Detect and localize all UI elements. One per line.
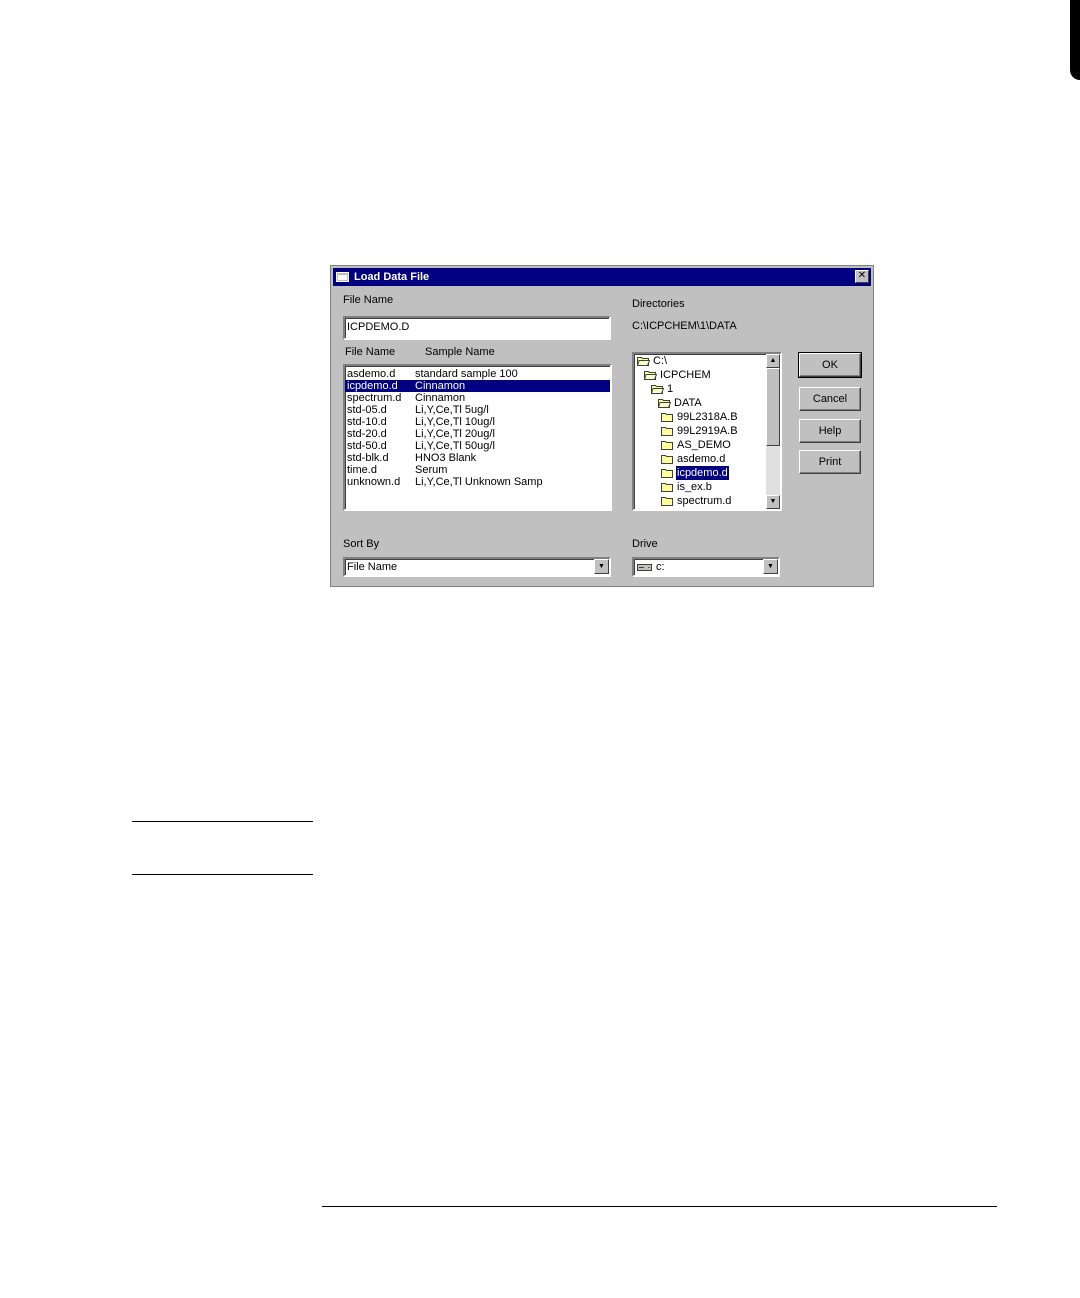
margin-rule-bottom	[132, 874, 313, 875]
folder-icon	[661, 426, 674, 436]
file-list-row[interactable]: std-10.d Li,Y,Ce,Tl 10ug/l	[345, 416, 610, 428]
current-path: C:\ICPCHEM\1\DATA	[632, 320, 737, 332]
file-name-cell: std-20.d	[347, 428, 387, 440]
sample-name-cell: HNO3 Blank	[415, 452, 477, 464]
drive-icon	[637, 564, 652, 571]
file-name-cell: unknown.d	[347, 476, 401, 488]
folder-icon	[661, 468, 674, 478]
footer-rule	[322, 1206, 997, 1207]
open-folder-icon	[643, 370, 658, 380]
dropdown-arrow[interactable]: ▼	[763, 559, 778, 574]
folder-icon	[661, 440, 674, 450]
title-bar[interactable]: Load Data File ✕	[333, 268, 871, 286]
scroll-down-arrow[interactable]: ▼	[766, 495, 780, 509]
cancel-button[interactable]: Cancel	[799, 387, 861, 411]
directory-tree[interactable]: C:\ ICPCHEM 1 DATA 99L2318A.B 99L2919A.B AS_DE…	[632, 352, 782, 511]
sample-name-cell: standard sample 100	[415, 368, 518, 380]
directory-label: C:\	[653, 355, 668, 367]
sort-by-dropdown[interactable]: File Name ▼	[343, 557, 611, 577]
scroll-up-arrow[interactable]: ▲	[766, 354, 780, 368]
directory-item[interactable]: asdemo.d	[635, 452, 765, 466]
file-list-row[interactable]: std-05.d Li,Y,Ce,Tl 5ug/l	[345, 404, 610, 416]
sort-by-label: Sort By	[343, 538, 380, 550]
dialog-title: Load Data File	[354, 271, 430, 283]
file-name-cell: asdemo.d	[347, 368, 396, 380]
close-button[interactable]: ✕	[855, 270, 869, 283]
file-list-row[interactable]: std-blk.d HNO3 Blank	[345, 452, 610, 464]
file-name-label: File Name	[343, 294, 394, 306]
file-list-row[interactable]: std-50.d Li,Y,Ce,Tl 50ug/l	[345, 440, 610, 452]
directory-label: 1	[667, 383, 674, 395]
sample-name-cell: Li,Y,Ce,Tl Unknown Samp	[415, 476, 543, 488]
file-list-row[interactable]: time.d Serum	[345, 464, 610, 476]
file-name-cell: std-50.d	[347, 440, 387, 452]
drive-value: c:	[656, 561, 665, 573]
list-header-file-name: File Name	[345, 346, 396, 358]
folder-icon	[661, 412, 674, 422]
file-name-cell: std-blk.d	[347, 452, 389, 464]
directory-label: DATA	[674, 397, 702, 409]
sample-name-cell: Li,Y,Ce,Tl 10ug/l	[415, 416, 495, 428]
directory-label: AS_DEMO	[677, 439, 731, 451]
directory-item[interactable]: ICPCHEM	[635, 368, 765, 382]
margin-rule-top	[132, 821, 313, 822]
directory-item[interactable]: icpdemo.d	[635, 466, 765, 480]
file-name-cell: std-05.d	[347, 404, 387, 416]
open-folder-icon	[657, 398, 672, 408]
sample-name-cell: Li,Y,Ce,Tl 5ug/l	[415, 404, 489, 416]
file-list[interactable]: asdemo.d standard sample 100 icpdemo.d Cinn…	[343, 364, 612, 511]
dialog-folder-icon	[336, 272, 349, 282]
file-list-row[interactable]: spectrum.d Cinnamon	[345, 392, 610, 404]
scrollbar-thumb[interactable]	[766, 368, 780, 446]
directory-label: asdemo.d	[677, 453, 726, 465]
file-list-row[interactable]: icpdemo.d Cinnamon	[345, 380, 610, 392]
file-list-row[interactable]: asdemo.d standard sample 100	[345, 368, 610, 380]
list-header-sample-name: Sample Name	[425, 346, 495, 358]
directory-item[interactable]: 99L2318A.B	[635, 410, 765, 424]
folder-icon	[661, 454, 674, 464]
load-data-file-dialog: Load Data File ✕ File Name ICPDEMO.D Fil…	[330, 265, 874, 587]
folder-icon	[661, 482, 674, 492]
sample-name-cell: Li,Y,Ce,Tl 20ug/l	[415, 428, 495, 440]
directory-item[interactable]: DATA	[635, 396, 765, 410]
folder-icon	[661, 496, 674, 506]
open-folder-icon	[650, 384, 665, 394]
help-button[interactable]: Help	[799, 419, 861, 443]
drive-label: Drive	[632, 538, 658, 550]
print-button[interactable]: Print	[799, 450, 861, 474]
sample-name-cell: Serum	[415, 464, 448, 476]
directory-item[interactable]: C:\	[635, 354, 765, 368]
directory-label: 99L2318A.B	[677, 411, 738, 423]
dropdown-arrow[interactable]: ▼	[594, 559, 609, 574]
directories-label: Directories	[632, 298, 685, 310]
drive-dropdown[interactable]: c: ▼	[632, 557, 780, 577]
directory-item[interactable]: AS_DEMO	[635, 438, 765, 452]
file-list-row[interactable]: std-20.d Li,Y,Ce,Tl 20ug/l	[345, 428, 610, 440]
directory-label: 99L2919A.B	[677, 425, 738, 437]
open-folder-icon	[636, 356, 651, 366]
file-name-cell: time.d	[347, 464, 377, 476]
directory-item[interactable]: 99L2919A.B	[635, 424, 765, 438]
directory-scrollbar[interactable]: ▲ ▼	[766, 354, 780, 509]
directory-label: ICPCHEM	[660, 369, 711, 381]
directory-item[interactable]: is_ex.b	[635, 480, 765, 494]
sort-by-value: File Name	[347, 561, 398, 573]
directory-label: icpdemo.d	[676, 466, 729, 480]
directory-item[interactable]: spectrum.d	[635, 494, 765, 508]
file-name-input[interactable]: ICPDEMO.D	[343, 316, 611, 340]
ok-button[interactable]: OK	[798, 352, 862, 378]
directory-item[interactable]: 1	[635, 382, 765, 396]
file-name-cell: spectrum.d	[347, 392, 402, 404]
sample-name-cell: Cinnamon	[415, 392, 466, 404]
file-name-cell: std-10.d	[347, 416, 387, 428]
file-list-row[interactable]: unknown.d Li,Y,Ce,Tl Unknown Samp	[345, 476, 610, 488]
page-edge-tab	[1070, 0, 1080, 80]
sample-name-cell: Cinnamon	[415, 380, 466, 392]
sample-name-cell: Li,Y,Ce,Tl 50ug/l	[415, 440, 495, 452]
directory-label: is_ex.b	[677, 481, 712, 493]
file-name-cell: icpdemo.d	[347, 380, 398, 392]
directory-label: spectrum.d	[677, 495, 732, 507]
